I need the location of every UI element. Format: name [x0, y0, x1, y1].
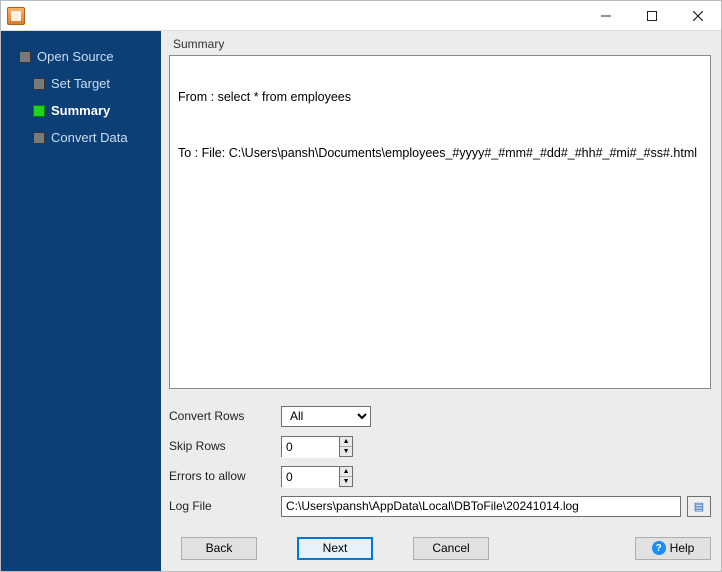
- spinner-down-icon[interactable]: ▼: [340, 477, 352, 486]
- sidebar-item-label: Convert Data: [51, 130, 128, 145]
- help-icon: ?: [652, 541, 666, 555]
- spinner-up-icon[interactable]: ▲: [340, 437, 352, 447]
- log-file-label: Log File: [169, 499, 281, 513]
- main-panel: Summary From : select * from employees T…: [161, 31, 721, 571]
- help-button-label: Help: [670, 541, 695, 555]
- summary-group-label: Summary: [169, 37, 711, 55]
- sidebar-item-label: Open Source: [37, 49, 114, 64]
- sidebar-item-convert-data[interactable]: Convert Data: [1, 124, 161, 151]
- summary-to-line: To : File: C:\Users\pansh\Documents\empl…: [178, 146, 702, 160]
- errors-allow-spinner[interactable]: ▲ ▼: [281, 466, 353, 487]
- summary-textarea[interactable]: From : select * from employees To : File…: [169, 55, 711, 389]
- sidebar-item-set-target[interactable]: Set Target: [1, 70, 161, 97]
- help-button[interactable]: ? Help: [635, 537, 711, 560]
- step-marker-icon: [19, 51, 31, 63]
- sidebar-item-summary[interactable]: Summary: [1, 97, 161, 124]
- app-icon: [7, 7, 25, 25]
- cancel-button[interactable]: Cancel: [413, 537, 489, 560]
- spinner-down-icon[interactable]: ▼: [340, 447, 352, 456]
- back-button[interactable]: Back: [181, 537, 257, 560]
- convert-rows-label: Convert Rows: [169, 409, 281, 423]
- spinner-up-icon[interactable]: ▲: [340, 467, 352, 477]
- errors-allow-input[interactable]: [282, 467, 339, 488]
- window-controls: [583, 1, 721, 30]
- step-marker-icon: [33, 105, 45, 117]
- close-button[interactable]: [675, 1, 721, 30]
- step-marker-icon: [33, 78, 45, 90]
- options-form: Convert Rows All Skip Rows ▲ ▼ Errors to…: [169, 403, 711, 523]
- skip-rows-spinner[interactable]: ▲ ▼: [281, 436, 353, 457]
- wizard-sidebar: Open Source Set Target Summary Convert D…: [1, 31, 161, 571]
- minimize-button[interactable]: [583, 1, 629, 30]
- next-button[interactable]: Next: [297, 537, 373, 560]
- document-icon: ▤: [694, 500, 704, 513]
- maximize-button[interactable]: [629, 1, 675, 30]
- skip-rows-input[interactable]: [282, 437, 339, 458]
- summary-from-line: From : select * from employees: [178, 90, 702, 104]
- errors-allow-label: Errors to allow: [169, 469, 281, 483]
- log-file-input[interactable]: [281, 496, 681, 517]
- sidebar-item-label: Set Target: [51, 76, 110, 91]
- sidebar-item-open-source[interactable]: Open Source: [1, 43, 161, 70]
- skip-rows-label: Skip Rows: [169, 439, 281, 453]
- step-marker-icon: [33, 132, 45, 144]
- convert-rows-select[interactable]: All: [281, 406, 371, 427]
- sidebar-item-label: Summary: [51, 103, 110, 118]
- titlebar: [1, 1, 721, 31]
- browse-log-button[interactable]: ▤: [687, 496, 711, 517]
- wizard-button-bar: Back Next Cancel ? Help: [169, 535, 711, 561]
